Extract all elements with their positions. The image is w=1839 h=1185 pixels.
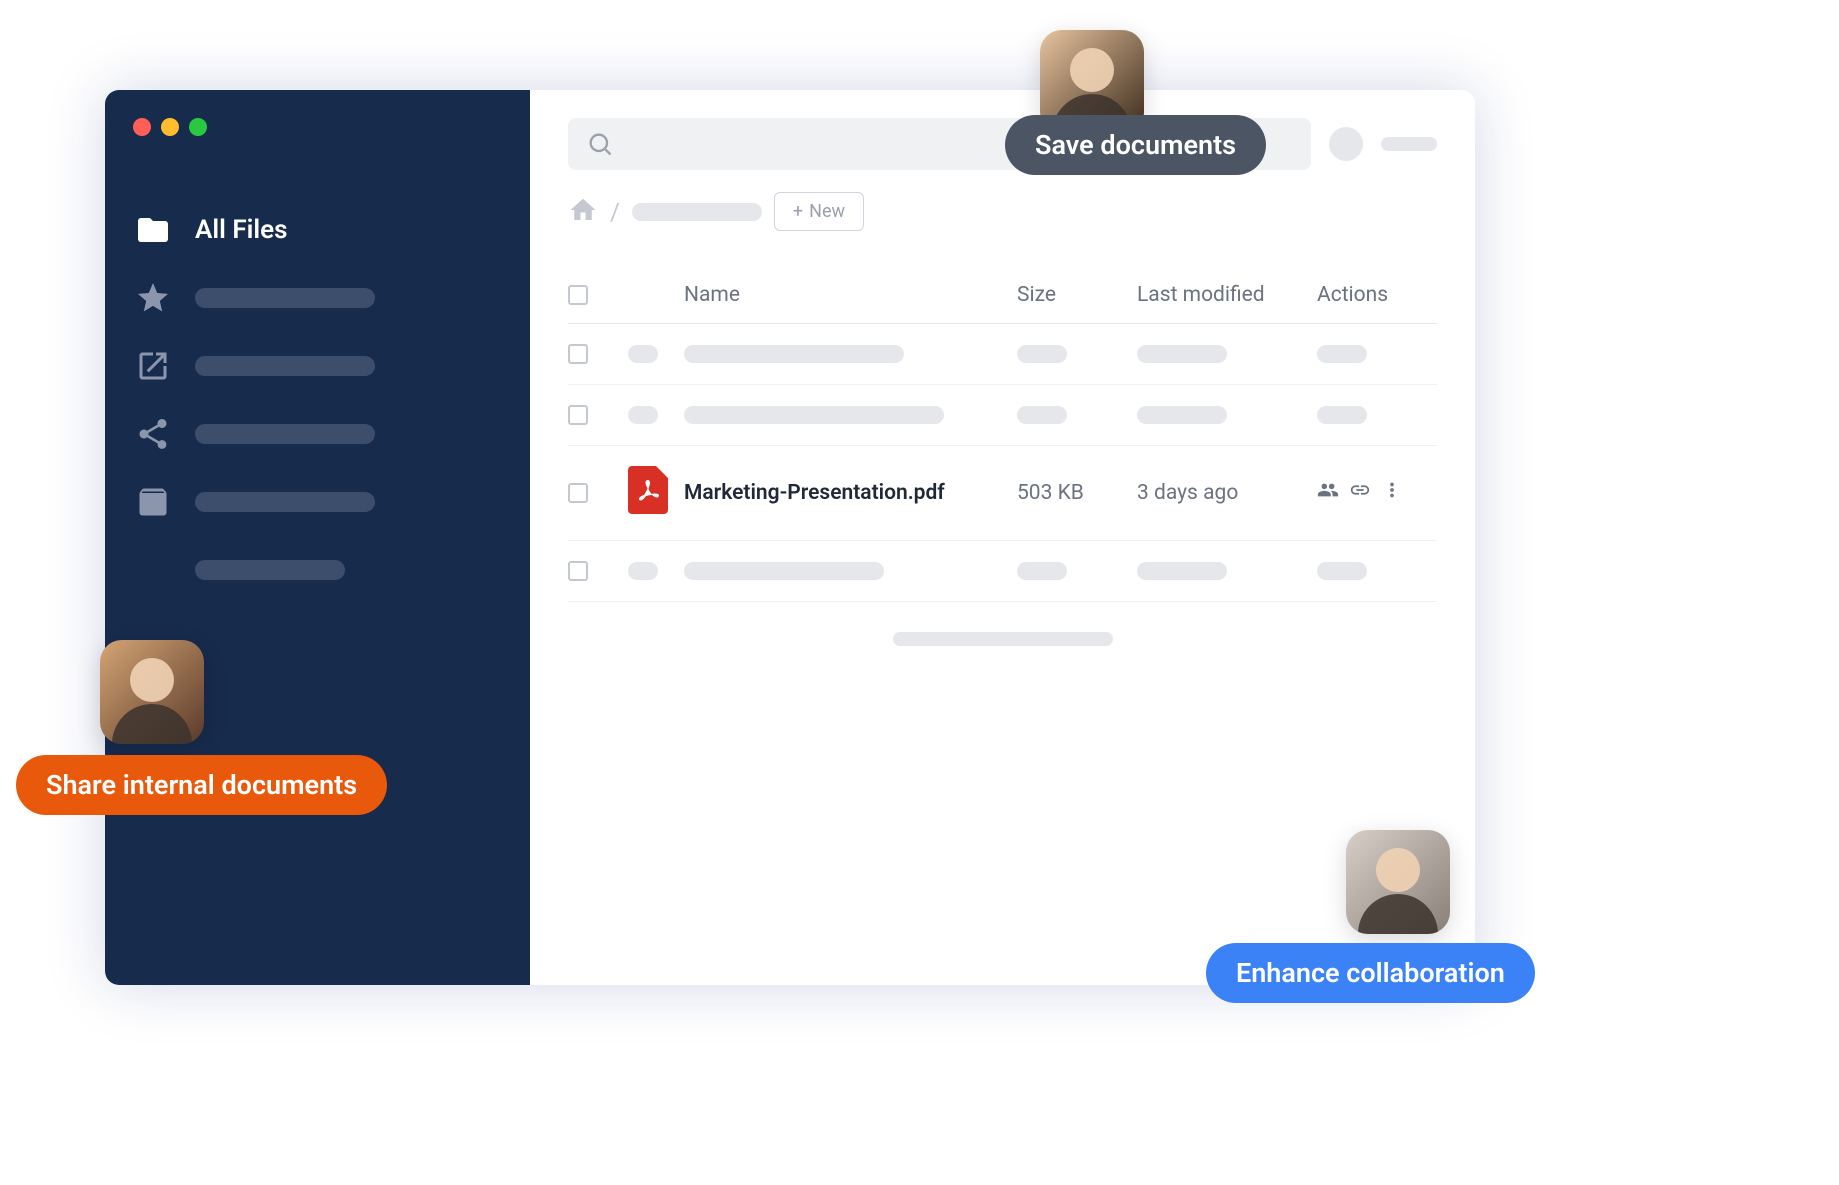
modified-placeholder (1137, 345, 1227, 363)
table-header: Name Size Last modified Actions (568, 271, 1437, 324)
user-name-placeholder (1381, 137, 1437, 151)
folder-icon (133, 210, 173, 250)
topbar (568, 118, 1437, 170)
breadcrumb: / + New (568, 192, 1437, 231)
share-users-icon[interactable] (1317, 479, 1339, 507)
sidebar-item-all-files[interactable]: All Files (105, 196, 530, 264)
col-modified: Last modified (1137, 283, 1317, 307)
modified-placeholder (1137, 406, 1227, 424)
breadcrumb-separator: / (610, 198, 620, 226)
callout-collab: Enhance collaboration (1206, 943, 1535, 1003)
col-actions: Actions (1317, 283, 1437, 307)
persona-avatar-2 (100, 640, 204, 744)
row-checkbox[interactable] (568, 344, 588, 364)
table-row[interactable] (568, 324, 1437, 385)
sidebar-item-shared-out[interactable] (105, 332, 530, 400)
sidebar-item-archive[interactable] (105, 468, 530, 536)
archive-icon (133, 482, 173, 522)
file-icon-placeholder (628, 562, 658, 580)
filename-placeholder (684, 562, 884, 580)
file-table: Name Size Last modified Actions (568, 271, 1437, 602)
file-actions (1317, 479, 1437, 507)
file-icon-placeholder (628, 345, 658, 363)
sidebar-item-label: All Files (195, 215, 288, 245)
actions-placeholder (1317, 345, 1367, 363)
home-icon[interactable] (568, 195, 598, 229)
actions-placeholder (1317, 562, 1367, 580)
new-button[interactable]: + New (774, 192, 864, 231)
breadcrumb-placeholder (632, 203, 762, 221)
sidebar-item-placeholder (195, 356, 375, 376)
sidebar-item-placeholder (195, 492, 375, 512)
share-icon (133, 414, 173, 454)
table-row[interactable] (568, 541, 1437, 602)
more-icon[interactable] (1381, 479, 1403, 507)
main-content: / + New Name Size Last modified Actions (530, 90, 1475, 985)
persona-avatar-3 (1346, 830, 1450, 934)
callout-save: Save documents (1005, 115, 1266, 175)
search-icon (586, 130, 614, 158)
app-window: All Files (105, 90, 1475, 985)
size-placeholder (1017, 406, 1067, 424)
minimize-window-button[interactable] (161, 118, 179, 136)
plus-icon: + (793, 201, 803, 222)
close-window-button[interactable] (133, 118, 151, 136)
file-modified: 3 days ago (1137, 481, 1317, 505)
pagination-placeholder (893, 632, 1113, 646)
sidebar: All Files (105, 90, 530, 985)
link-icon[interactable] (1349, 479, 1371, 507)
row-checkbox[interactable] (568, 405, 588, 425)
row-checkbox[interactable] (568, 483, 588, 503)
row-checkbox[interactable] (568, 561, 588, 581)
table-row-active[interactable]: Marketing-Presentation.pdf 503 KB 3 days… (568, 446, 1437, 541)
table-row[interactable] (568, 385, 1437, 446)
star-icon (133, 278, 173, 318)
pdf-icon (628, 496, 668, 520)
select-all-checkbox[interactable] (568, 285, 588, 305)
actions-placeholder (1317, 406, 1367, 424)
sidebar-item-generic[interactable] (105, 536, 530, 604)
size-placeholder (1017, 345, 1067, 363)
size-placeholder (1017, 562, 1067, 580)
col-size: Size (1017, 283, 1137, 307)
file-name: Marketing-Presentation.pdf (678, 481, 1017, 505)
sidebar-item-favorites[interactable] (105, 264, 530, 332)
sidebar-item-placeholder (195, 288, 375, 308)
filename-placeholder (684, 345, 904, 363)
sidebar-item-placeholder (195, 424, 375, 444)
new-button-label: New (809, 201, 845, 222)
filename-placeholder (684, 406, 944, 424)
user-avatar[interactable] (1329, 127, 1363, 161)
sidebar-item-shared[interactable] (105, 400, 530, 468)
file-size: 503 KB (1017, 481, 1137, 505)
modified-placeholder (1137, 562, 1227, 580)
window-controls (105, 118, 530, 136)
maximize-window-button[interactable] (189, 118, 207, 136)
callout-share: Share internal documents (16, 755, 387, 815)
sidebar-item-placeholder (195, 560, 345, 580)
share-out-icon (133, 346, 173, 386)
placeholder-icon (133, 550, 173, 590)
file-icon-placeholder (628, 406, 658, 424)
col-name: Name (678, 283, 1017, 307)
